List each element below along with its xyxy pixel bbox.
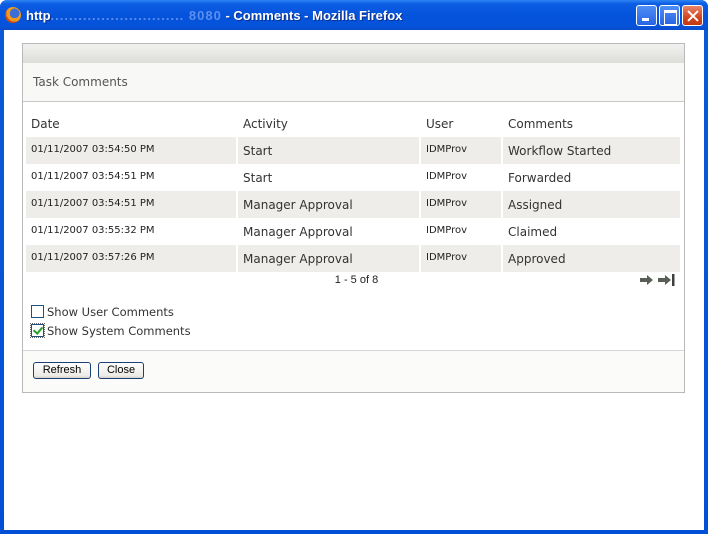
cell-date: 01/11/2007 03:57:26 PM xyxy=(26,245,238,272)
firefox-icon xyxy=(5,7,21,23)
cell-user: IDMProv xyxy=(421,218,503,245)
cell-comment: Assigned xyxy=(503,191,682,218)
refresh-button[interactable]: Refresh xyxy=(33,362,91,379)
column-header-user: User xyxy=(426,116,454,131)
panel-title: Task Comments xyxy=(23,63,684,102)
cell-date: 01/11/2007 03:54:51 PM xyxy=(26,191,238,218)
cell-comment: Claimed xyxy=(503,218,682,245)
table-row: 01/11/2007 03:57:26 PM Manager Approval … xyxy=(26,245,682,272)
panel-header-bar xyxy=(23,44,684,63)
cell-date: 01/11/2007 03:54:50 PM xyxy=(26,137,238,164)
cell-user: IDMProv xyxy=(421,245,503,272)
cell-activity: Manager Approval xyxy=(238,218,421,245)
cell-comment: Forwarded xyxy=(503,164,682,191)
browser-window: http............................. 8080 -… xyxy=(0,0,708,534)
cell-activity: Start xyxy=(238,137,421,164)
show-user-comments-option[interactable]: Show User Comments xyxy=(31,302,191,321)
cell-date: 01/11/2007 03:55:32 PM xyxy=(26,218,238,245)
column-header-date: Date xyxy=(31,116,60,131)
show-user-comments-checkbox[interactable] xyxy=(31,305,44,318)
panel-body: Date Activity User Comments 01/11/2007 0… xyxy=(23,102,684,350)
close-button[interactable]: Close xyxy=(98,362,144,379)
close-window-button[interactable] xyxy=(682,5,703,26)
title-url-prefix: http xyxy=(26,8,51,23)
task-comments-panel: Task Comments Date Activity User Comment… xyxy=(22,43,685,393)
title-bar[interactable]: http............................. 8080 -… xyxy=(0,0,708,30)
show-system-comments-label[interactable]: Show System Comments xyxy=(47,324,191,338)
table-row: 01/11/2007 03:54:51 PM Start IDMProv For… xyxy=(26,164,682,191)
title-page-name: - Comments - Mozilla Firefox xyxy=(221,8,403,23)
cell-activity: Manager Approval xyxy=(238,245,421,272)
cell-activity: Start xyxy=(238,164,421,191)
cell-user: IDMProv xyxy=(421,191,503,218)
page-content: Task Comments Date Activity User Comment… xyxy=(4,30,704,530)
next-page-icon[interactable] xyxy=(640,274,654,286)
cell-user: IDMProv xyxy=(421,164,503,191)
show-system-comments-option[interactable]: Show System Comments xyxy=(30,321,191,340)
panel-footer: Refresh Close xyxy=(23,350,684,392)
cell-date: 01/11/2007 03:54:51 PM xyxy=(26,164,238,191)
window-title: http............................. 8080 -… xyxy=(26,8,402,23)
table-row: 01/11/2007 03:55:32 PM Manager Approval … xyxy=(26,218,682,245)
show-user-comments-label[interactable]: Show User Comments xyxy=(47,305,174,319)
comment-filter-options: Show User Comments Show System Comments xyxy=(30,302,191,340)
cell-comment: Workflow Started xyxy=(503,137,682,164)
show-system-comments-checkbox[interactable] xyxy=(30,323,45,338)
minimize-button[interactable] xyxy=(636,5,657,26)
cell-activity: Manager Approval xyxy=(238,191,421,218)
pagination-label: 1 - 5 of 8 xyxy=(334,274,379,286)
comments-table: Date Activity User Comments 01/11/2007 0… xyxy=(26,110,682,272)
cell-user: IDMProv xyxy=(421,137,503,164)
cell-comment: Approved xyxy=(503,245,682,272)
last-page-icon[interactable] xyxy=(658,274,676,286)
maximize-button[interactable] xyxy=(659,5,680,26)
table-header-row: Date Activity User Comments xyxy=(26,110,682,137)
column-header-activity: Activity xyxy=(243,116,288,131)
column-header-comments: Comments xyxy=(508,116,574,131)
table-row: 01/11/2007 03:54:51 PM Manager Approval … xyxy=(26,191,682,218)
table-row: 01/11/2007 03:54:50 PM Start IDMProv Wor… xyxy=(26,137,682,164)
title-url-obscured: ............................. 8080 xyxy=(50,8,222,23)
